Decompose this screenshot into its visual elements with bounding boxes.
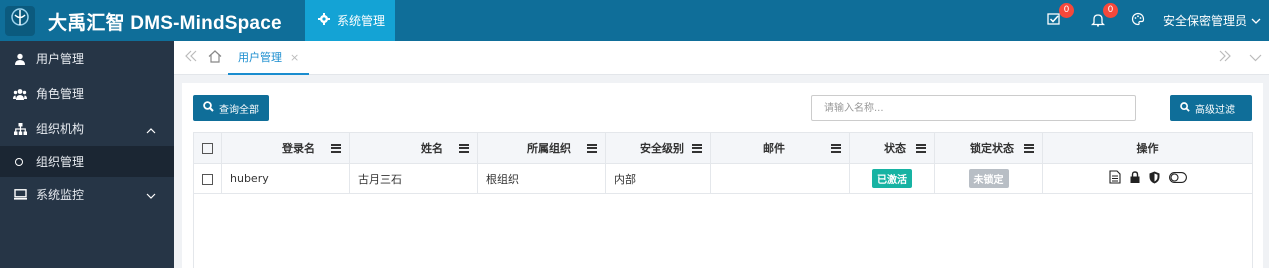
table-empty-area: [193, 193, 1253, 268]
cell-login: hubery: [221, 163, 350, 194]
sidebar-item-label: 系统监控: [36, 188, 85, 202]
sidebar: 用户管理 角色管理 组织机构 组织管理 系统监控: [0, 41, 174, 268]
cell-name: 古月三石: [349, 163, 478, 194]
tab-label: 用户管理: [238, 51, 282, 64]
lock-status-badge: 未锁定: [968, 169, 1009, 188]
advanced-filter-button[interactable]: 高级过滤: [1170, 95, 1252, 121]
select-all-cell: [193, 132, 222, 164]
top-header: 大禹汇智 DMS-MindSpace 系统管理 0 0 安全保密管理员: [0, 0, 1269, 41]
column-menu-icon[interactable]: [459, 143, 469, 153]
column-title: 邮件: [763, 142, 785, 155]
cell-email: [710, 163, 850, 194]
sidebar-item-label: 角色管理: [36, 87, 85, 101]
user-name: 安全保密管理员: [1162, 14, 1247, 28]
sidebar-item-user-management[interactable]: 用户管理: [0, 41, 174, 76]
column-title: 状态: [884, 142, 906, 155]
tab-strip: 用户管理 ×: [174, 41, 1269, 75]
tasks-button[interactable]: 0: [1043, 2, 1074, 32]
column-title: 姓名: [421, 142, 443, 155]
cell-actions: [1042, 163, 1253, 194]
cell-lock-status: 未锁定: [934, 163, 1043, 194]
row-select-cell: [193, 163, 222, 194]
sidebar-item-system-monitor[interactable]: 系统监控: [0, 177, 174, 212]
users-table: 登录名 姓名 所属组织 安全级别 邮件 状态 锁定状态 操作 hubery 古月…: [193, 132, 1253, 268]
top-menu-label: 系统管理: [337, 14, 386, 28]
column-header-status: 状态: [849, 132, 935, 164]
tasks-badge: 0: [1058, 2, 1074, 18]
column-title: 所属组织: [527, 142, 571, 155]
sidebar-item-organization[interactable]: 组织机构: [0, 111, 174, 146]
column-menu-icon[interactable]: [831, 143, 841, 153]
user-icon: [13, 52, 27, 66]
main-panel: 查询全部 高级过滤 登录名 姓名 所属组织 安全级别 邮件 状态 锁定状态 操作: [182, 83, 1263, 268]
header-actions: 0 0 安全保密管理员: [1043, 0, 1269, 41]
column-menu-icon[interactable]: [587, 143, 597, 153]
column-menu-icon[interactable]: [1024, 143, 1034, 153]
gear-icon: [318, 13, 330, 28]
toggle-icon[interactable]: [1168, 171, 1187, 186]
top-menu-system-management[interactable]: 系统管理: [305, 0, 395, 41]
column-header-actions: 操作: [1042, 132, 1253, 164]
notifications-button[interactable]: 0: [1087, 2, 1118, 32]
sidebar-subitem-org-management[interactable]: 组织管理: [0, 146, 174, 177]
column-title: 锁定状态: [970, 142, 1014, 155]
column-menu-icon[interactable]: [692, 143, 702, 153]
document-icon[interactable]: [1108, 170, 1121, 187]
scroll-right-icon[interactable]: [1218, 50, 1232, 66]
search-input[interactable]: [811, 95, 1136, 121]
tab-close-icon[interactable]: ×: [290, 51, 299, 64]
sidebar-item-label: 用户管理: [36, 52, 85, 66]
notifications-badge: 0: [1102, 2, 1118, 18]
monitor-icon: [13, 188, 27, 202]
search-icon: [1180, 101, 1190, 115]
palette-icon: [1131, 12, 1145, 29]
users-icon: [13, 87, 27, 101]
column-title: 操作: [1136, 142, 1159, 155]
app-title: 大禹汇智 DMS-MindSpace: [48, 13, 282, 34]
column-header-login: 登录名: [221, 132, 350, 164]
query-all-button[interactable]: 查询全部: [193, 95, 269, 121]
row-checkbox[interactable]: [202, 173, 213, 185]
home-icon[interactable]: [208, 50, 222, 67]
sidebar-item-label: 组织机构: [36, 122, 85, 136]
shield-icon[interactable]: [1149, 171, 1160, 187]
circle-icon: [15, 157, 23, 166]
column-header-lock-status: 锁定状态: [934, 132, 1043, 164]
column-title: 安全级别: [640, 142, 684, 155]
theme-button[interactable]: [1127, 10, 1149, 32]
app-logo: [5, 6, 35, 36]
query-all-label: 查询全部: [219, 104, 259, 116]
task-check-icon: [1047, 12, 1061, 29]
column-header-security-level: 安全级别: [605, 132, 711, 164]
select-all-checkbox[interactable]: [202, 143, 213, 154]
table-empty-cell: [193, 193, 1253, 268]
search-icon: [203, 101, 214, 115]
column-header-org: 所属组织: [477, 132, 606, 164]
cell-security-level: 内部: [605, 163, 711, 194]
column-header-email: 邮件: [710, 132, 850, 164]
table-row[interactable]: hubery 古月三石 根组织 内部 已激活 未锁定: [193, 163, 1253, 194]
chevron-down-icon: [1251, 14, 1261, 28]
sidebar-subitem-label: 组织管理: [36, 155, 85, 169]
tab-menu-chevron-down-icon[interactable]: [1249, 50, 1262, 66]
sitemap-icon: [13, 122, 27, 136]
column-header-name: 姓名: [349, 132, 478, 164]
status-badge: 已激活: [872, 169, 912, 188]
column-menu-icon[interactable]: [331, 143, 341, 153]
scroll-left-icon[interactable]: [184, 50, 198, 66]
tab-user-management[interactable]: 用户管理 ×: [228, 41, 310, 75]
cell-status: 已激活: [849, 163, 935, 194]
lock-icon[interactable]: [1130, 171, 1140, 186]
sidebar-item-role-management[interactable]: 角色管理: [0, 76, 174, 111]
chevron-up-icon: [146, 123, 156, 137]
table-header-row: 登录名 姓名 所属组织 安全级别 邮件 状态 锁定状态 操作: [193, 132, 1253, 164]
column-menu-icon[interactable]: [916, 143, 926, 153]
user-menu[interactable]: 安全保密管理员: [1163, 12, 1261, 29]
chevron-down-icon: [146, 189, 156, 203]
bell-icon: [1090, 12, 1106, 30]
column-title: 登录名: [282, 142, 315, 155]
cell-org: 根组织: [477, 163, 606, 194]
advanced-filter-label: 高级过滤: [1195, 104, 1235, 116]
